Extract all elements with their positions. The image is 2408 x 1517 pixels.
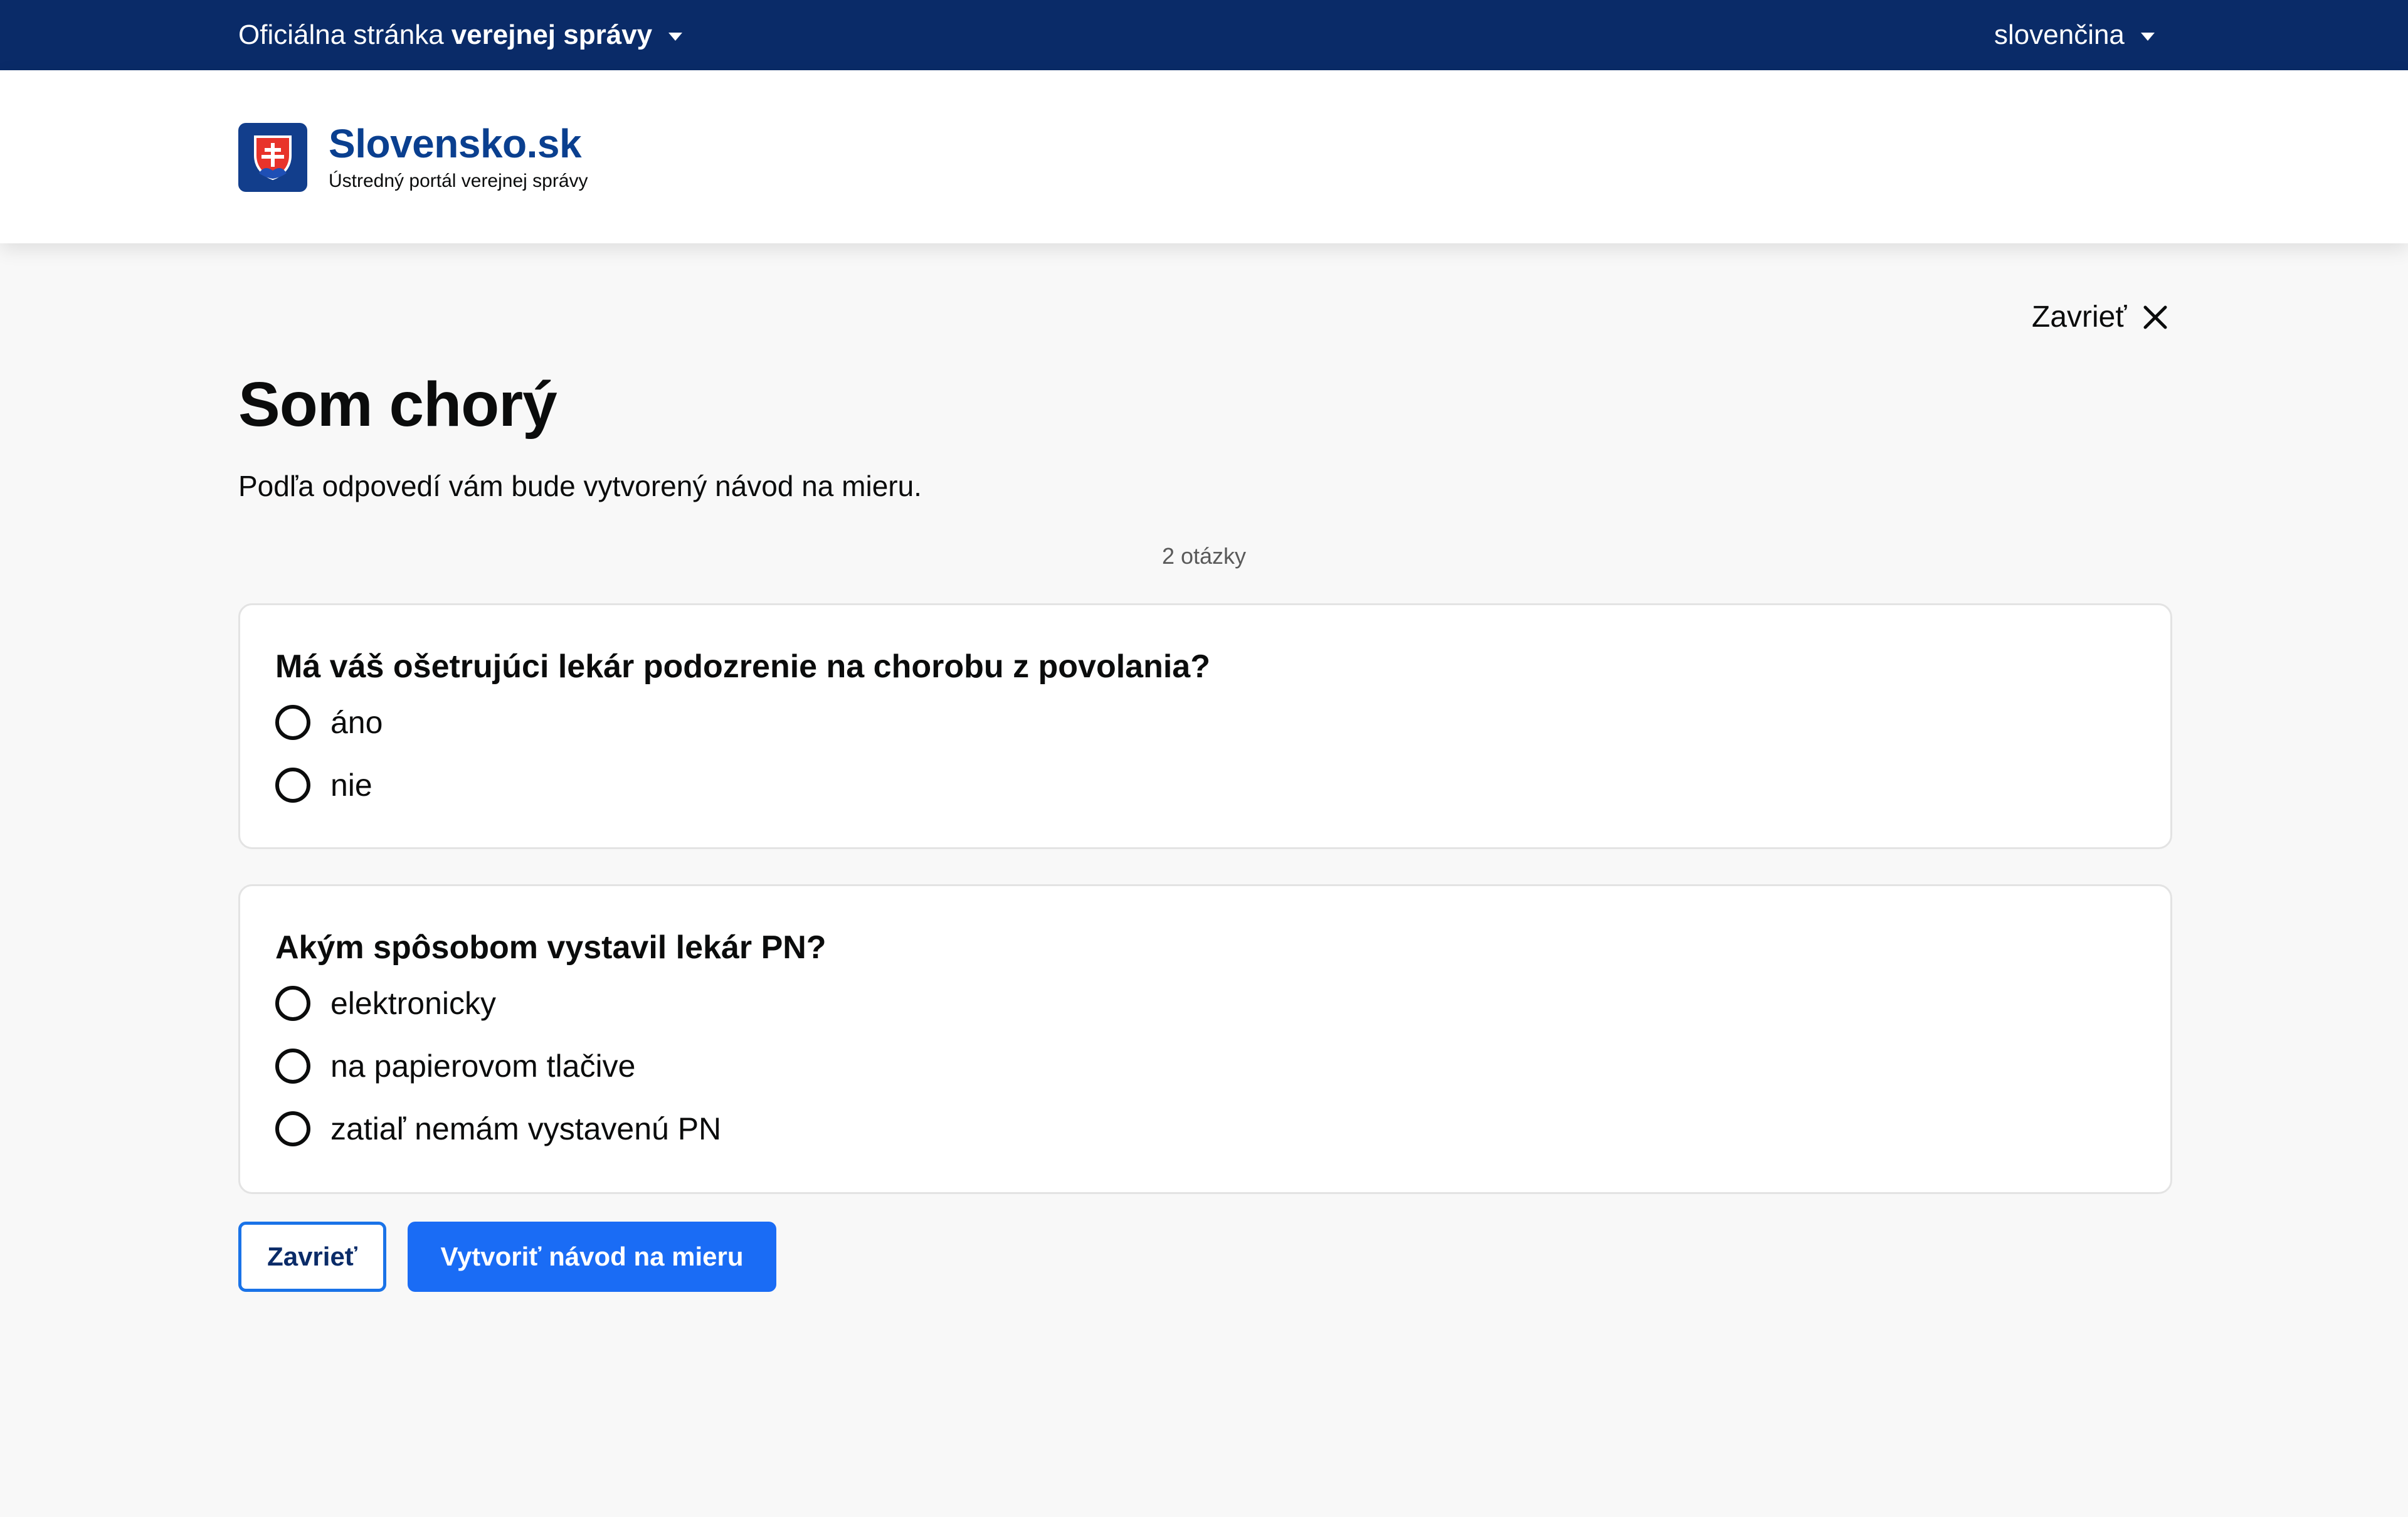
question-2-text: Akým spôsobom vystavil lekár PN?	[275, 929, 826, 966]
site-subtitle: Ústredný portál verejnej správy	[329, 171, 588, 191]
close-icon	[2143, 305, 2167, 329]
page-lead: Podľa odpovedí vám bude vytvorený návod …	[238, 470, 922, 502]
option-label: elektronicky	[330, 986, 496, 1021]
question-card-1: Má váš ošetrujúci lekár podozrenie na ch…	[238, 603, 2172, 849]
language-selector[interactable]: slovenčina	[1994, 0, 2155, 70]
official-prefix: Oficiálna stránka	[238, 19, 444, 50]
question-2-option-papier[interactable]: na papierovom tlačive	[275, 1048, 635, 1084]
option-label: nie	[330, 768, 372, 803]
create-guide-button[interactable]: Vytvoriť návod na mieru	[408, 1222, 776, 1292]
question-2-option-nemam[interactable]: zatiaľ nemám vystavenú PN	[275, 1111, 721, 1147]
site-header: Slovensko.sk Ústredný portál verejnej sp…	[0, 70, 2408, 243]
radio-unchecked-icon[interactable]	[275, 768, 310, 803]
close-link-label: Zavrieť	[2032, 300, 2127, 334]
slovak-coat-of-arms-icon	[238, 123, 307, 192]
question-card-2: Akým spôsobom vystavil lekár PN? elektro…	[238, 884, 2172, 1194]
question-1-text: Má váš ošetrujúci lekár podozrenie na ch…	[275, 648, 1210, 685]
radio-unchecked-icon[interactable]	[275, 1049, 310, 1084]
question-count: 2 otázky	[1161, 543, 1247, 569]
option-label: zatiaľ nemám vystavenú PN	[330, 1111, 722, 1146]
question-1-option-ano[interactable]: áno	[275, 704, 383, 741]
question-1-option-nie[interactable]: nie	[275, 767, 372, 803]
chevron-down-icon	[668, 32, 683, 41]
radio-unchecked-icon[interactable]	[275, 986, 310, 1021]
radio-unchecked-icon[interactable]	[275, 1111, 310, 1146]
official-bold: verejnej správy	[451, 19, 653, 50]
question-2-option-elektronicky[interactable]: elektronicky	[275, 985, 496, 1022]
official-site-toggle[interactable]: Oficiálna stránka verejnej správy	[238, 0, 683, 70]
option-label: na papierovom tlačive	[330, 1049, 636, 1084]
site-logo-link[interactable]: Slovensko.sk Ústredný portál verejnej sp…	[238, 123, 588, 192]
radio-unchecked-icon[interactable]	[275, 705, 310, 740]
close-link[interactable]: Zavrieť	[2032, 300, 2168, 334]
option-label: áno	[330, 705, 383, 740]
close-button[interactable]: Zavrieť	[238, 1222, 386, 1292]
language-label: slovenčina	[1994, 19, 2125, 50]
official-gov-bar: Oficiálna stránka verejnej správy sloven…	[0, 0, 2408, 70]
page-title: Som chorý	[238, 369, 557, 440]
site-name: Slovensko.sk	[329, 121, 582, 166]
chevron-down-icon	[2140, 32, 2155, 41]
